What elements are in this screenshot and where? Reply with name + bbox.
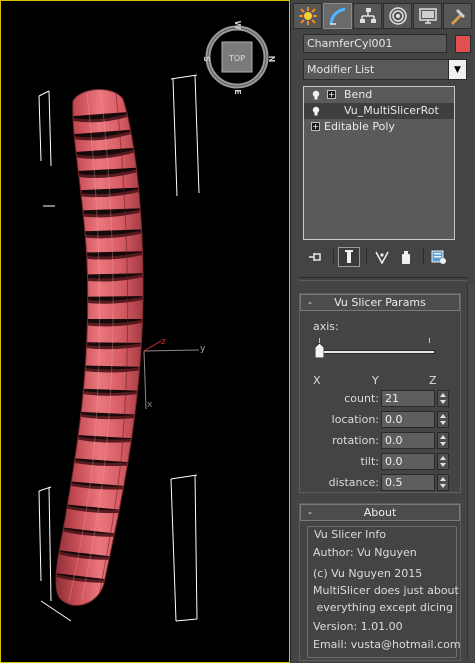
lightbulb-icon[interactable] bbox=[311, 90, 321, 100]
param-row-distance: distance: 0.5 bbox=[299, 474, 449, 491]
pin-stack-button[interactable] bbox=[305, 247, 327, 267]
axis-label: axis: bbox=[313, 320, 339, 333]
stack-item-label: Vu_MultiSlicerRot bbox=[344, 104, 439, 117]
gizmo-x-label: x bbox=[147, 400, 153, 410]
about-copyright: (c) Vu Nguyen 2015 bbox=[313, 567, 423, 580]
chevron-down-icon[interactable]: ▼ bbox=[448, 60, 466, 79]
rollout-title: Vu Slicer Params bbox=[334, 296, 426, 309]
perspective-viewport[interactable]: z y x TOP W N E S bbox=[0, 0, 290, 663]
command-panel: ChamferCyl001 Modifier List ▼ + Bend Vu_… bbox=[290, 0, 475, 663]
create-tab[interactable] bbox=[293, 3, 322, 29]
axis-slider-track[interactable] bbox=[319, 350, 435, 354]
group-title: Vu Slicer Info bbox=[312, 528, 388, 541]
axis-letter-z: Z bbox=[429, 374, 437, 387]
display-icon bbox=[418, 8, 437, 24]
tilt-spinner[interactable] bbox=[437, 453, 449, 470]
object-name-row: ChamferCyl001 bbox=[303, 34, 471, 54]
compass-s-label: S bbox=[202, 56, 211, 62]
transform-gizmo[interactable]: z y x bbox=[143, 337, 206, 410]
tilt-input[interactable]: 0.0 bbox=[381, 453, 435, 470]
about-version: Version: 1.01.00 bbox=[313, 620, 403, 633]
rotation-input[interactable]: 0.0 bbox=[381, 432, 435, 449]
utilities-tab[interactable] bbox=[443, 3, 472, 29]
create-icon bbox=[298, 7, 317, 25]
modifier-list-dropdown[interactable]: Modifier List ▼ bbox=[303, 59, 467, 80]
axis-letter-x: X bbox=[313, 374, 321, 387]
command-panel-tabs bbox=[293, 3, 474, 29]
configure-sets-icon bbox=[431, 250, 446, 264]
about-author: Author: Vu Nguyen bbox=[313, 546, 417, 559]
param-row-tilt: tilt: 0.0 bbox=[299, 453, 449, 470]
modify-icon bbox=[329, 7, 345, 25]
pin-icon bbox=[309, 253, 321, 261]
count-spinner[interactable] bbox=[437, 390, 449, 407]
expand-icon[interactable]: + bbox=[327, 90, 336, 99]
param-label: location: bbox=[331, 413, 379, 426]
lightbulb-icon[interactable] bbox=[311, 106, 321, 116]
viewcube[interactable]: TOP W N E S bbox=[202, 21, 276, 95]
rollout-title: About bbox=[363, 506, 397, 519]
stack-item-bend[interactable]: + Bend bbox=[304, 87, 454, 103]
compass-w-label: W bbox=[233, 21, 242, 30]
hierarchy-tab[interactable] bbox=[353, 3, 382, 29]
configure-modifier-sets-button[interactable] bbox=[428, 247, 450, 267]
stack-item-label: Editable Poly bbox=[324, 120, 395, 133]
display-tab[interactable] bbox=[413, 3, 442, 29]
count-input[interactable]: 21 bbox=[381, 390, 435, 407]
sliced-cylinder-object[interactable] bbox=[45, 88, 153, 609]
param-row-location: location: 0.0 bbox=[299, 411, 449, 428]
rotation-spinner[interactable] bbox=[437, 432, 449, 449]
panel-divider bbox=[299, 277, 467, 278]
distance-input[interactable]: 0.5 bbox=[381, 474, 435, 491]
axis-letter-y: Y bbox=[372, 374, 379, 387]
end-result-icon bbox=[345, 250, 353, 263]
panel-divider bbox=[299, 280, 467, 281]
gizmo-y-label: y bbox=[200, 344, 206, 354]
stack-item-editable-poly[interactable]: + Editable Poly bbox=[304, 119, 454, 135]
trash-icon bbox=[402, 251, 410, 264]
compass-e-label: E bbox=[233, 89, 242, 94]
command-panel-scrollbar[interactable] bbox=[467, 284, 474, 659]
hierarchy-icon bbox=[359, 8, 376, 23]
location-input[interactable]: 0.0 bbox=[381, 411, 435, 428]
modify-tab[interactable] bbox=[323, 3, 352, 29]
motion-tab[interactable] bbox=[383, 3, 412, 29]
expand-icon[interactable]: + bbox=[311, 122, 320, 131]
rollout-header-about[interactable]: - About bbox=[300, 504, 460, 521]
make-unique-icon bbox=[375, 251, 389, 265]
param-row-rotation: rotation: 0.0 bbox=[299, 432, 449, 449]
viewcube-face-label: TOP bbox=[228, 54, 245, 63]
compass-n-label: N bbox=[267, 56, 276, 63]
about-description-2: everything except dicing bbox=[313, 601, 453, 614]
modifier-stack-toolbar bbox=[305, 247, 467, 267]
param-label: rotation: bbox=[332, 434, 379, 447]
motion-icon bbox=[388, 7, 407, 25]
gizmo-z-label: z bbox=[161, 337, 166, 347]
slider-tick bbox=[429, 338, 430, 343]
hammer-icon bbox=[450, 9, 465, 26]
stack-item-label: Bend bbox=[344, 88, 373, 101]
param-row-count: count: 21 bbox=[299, 390, 449, 407]
remove-modifier-button[interactable] bbox=[395, 247, 417, 267]
object-name-field[interactable]: ChamferCyl001 bbox=[303, 34, 447, 53]
show-end-result-button[interactable] bbox=[338, 247, 360, 267]
modifier-list-label: Modifier List bbox=[307, 63, 375, 76]
about-email: Email: vusta@hotmail.com bbox=[313, 638, 461, 651]
collapse-icon[interactable]: - bbox=[308, 505, 312, 520]
viewport-canvas[interactable]: z y x TOP W N E S bbox=[1, 1, 290, 663]
axis-slider-thumb[interactable] bbox=[315, 343, 324, 358]
distance-spinner[interactable] bbox=[437, 474, 449, 491]
param-label: count: bbox=[344, 392, 379, 405]
collapse-icon[interactable]: - bbox=[308, 295, 312, 310]
make-unique-button[interactable] bbox=[371, 247, 393, 267]
object-color-swatch[interactable] bbox=[455, 35, 471, 53]
param-label: tilt: bbox=[360, 455, 379, 468]
rollout-header-vu-slicer-params[interactable]: - Vu Slicer Params bbox=[300, 294, 460, 311]
modifier-stack[interactable]: + Bend Vu_MultiSlicerRot + Editable Poly bbox=[303, 86, 455, 240]
param-label: distance: bbox=[328, 476, 379, 489]
location-spinner[interactable] bbox=[437, 411, 449, 428]
about-description-1: MultiSlicer does just about bbox=[313, 584, 459, 597]
stack-item-vu-multislicerrot[interactable]: Vu_MultiSlicerRot bbox=[304, 103, 454, 119]
